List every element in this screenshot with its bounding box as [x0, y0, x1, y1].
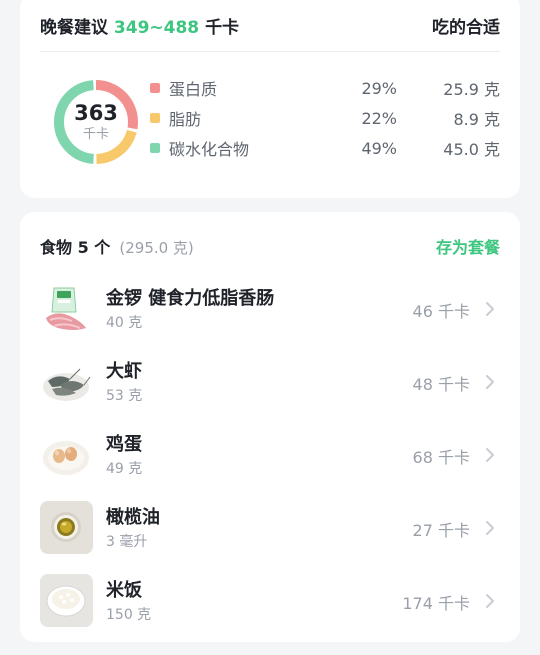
meal-summary-card: 晚餐建议 349~488 千卡 吃的合适 363 千卡 蛋白质 29% 25.9… [20, 0, 520, 198]
macro-grams: 8.9 克 [453, 110, 500, 129]
food-kcal: 174 千卡 [402, 594, 470, 613]
food-kcal: 68 千卡 [412, 448, 470, 467]
food-kcal: 48 千卡 [412, 375, 470, 394]
macro-grams: 45.0 克 [443, 140, 500, 159]
food-row[interactable]: 米饭 150 克 174 千卡 [40, 572, 500, 630]
sausage-pack-icon [40, 282, 93, 335]
total-kcal-unit: 千卡 [82, 127, 109, 142]
chevron-right-icon [486, 375, 494, 389]
food-name: 米饭 [106, 580, 142, 601]
save-as-set-button[interactable]: 存为套餐 [436, 234, 500, 258]
macro-row-protein: 蛋白质 29% 25.9 克 [150, 76, 500, 100]
food-amount: 53 克 [106, 388, 143, 404]
fat-legend-dot [150, 113, 160, 123]
macro-percent: 49% [361, 138, 397, 158]
food-row[interactable]: 橄榄油 3 毫升 27 千卡 [40, 499, 500, 557]
chevron-right-icon [486, 594, 494, 608]
chevron-right-icon [486, 521, 494, 535]
shrimp-plate-icon [40, 355, 93, 408]
chevron-right-icon [486, 302, 494, 316]
food-row[interactable]: 鸡蛋 49 克 68 千卡 [40, 426, 500, 484]
macro-grams: 25.9 克 [443, 80, 500, 99]
carbs-legend-dot [150, 143, 160, 153]
food-amount: 150 克 [106, 607, 152, 623]
foods-heading: 食物 5 个 (295.0 克) [40, 234, 194, 258]
macro-row-carbs: 碳水化合物 49% 45.0 克 [150, 136, 500, 160]
foods-count-title: 食物 5 个 [40, 238, 111, 257]
olive-oil-bowl-icon [40, 501, 93, 554]
macro-row-fat: 脂肪 22% 8.9 克 [150, 106, 500, 130]
chevron-right-icon [486, 448, 494, 462]
macro-percent: 29% [361, 78, 397, 98]
food-amount: 40 克 [106, 315, 143, 331]
food-name: 金锣 健食力低脂香肠 [106, 288, 275, 309]
rice-bowl-icon [40, 574, 93, 627]
total-kcal: 363 [74, 101, 118, 125]
protein-legend-dot [150, 83, 160, 93]
macro-percent: 22% [361, 108, 397, 128]
meal-suggestion: 晚餐建议 349~488 千卡 [40, 13, 239, 38]
food-amount: 49 克 [106, 461, 143, 477]
macro-name: 蛋白质 [169, 80, 218, 99]
foods-header: 食物 5 个 (295.0 克) 存为套餐 [40, 234, 500, 258]
foods-total-weight: (295.0 克) [119, 239, 194, 257]
food-kcal: 27 千卡 [412, 521, 470, 540]
macro-name: 脂肪 [169, 110, 202, 129]
food-amount: 3 毫升 [106, 534, 148, 550]
food-name: 鸡蛋 [106, 434, 142, 455]
macro-name: 碳水化合物 [169, 140, 250, 159]
kcal-range: 349~488 [113, 18, 200, 38]
donut-center: 363 千卡 [52, 78, 140, 166]
food-name: 橄榄油 [106, 507, 160, 528]
food-row[interactable]: 大虾 53 克 48 千卡 [40, 353, 500, 411]
kcal-range-unit: 千卡 [205, 18, 240, 38]
eggs-plate-icon [40, 428, 93, 481]
meal-verdict: 吃的合适 [432, 18, 500, 38]
meal-suggestion-label: 晚餐建议 [40, 18, 108, 38]
food-name: 大虾 [106, 361, 142, 382]
food-row[interactable]: 金锣 健食力低脂香肠 40 克 46 千卡 [40, 280, 500, 338]
foods-card: 食物 5 个 (295.0 克) 存为套餐 金锣 健食力低脂香肠 40 克 46… [20, 212, 520, 642]
food-kcal: 46 千卡 [412, 302, 470, 321]
meal-summary-header: 晚餐建议 349~488 千卡 吃的合适 [40, 0, 500, 52]
